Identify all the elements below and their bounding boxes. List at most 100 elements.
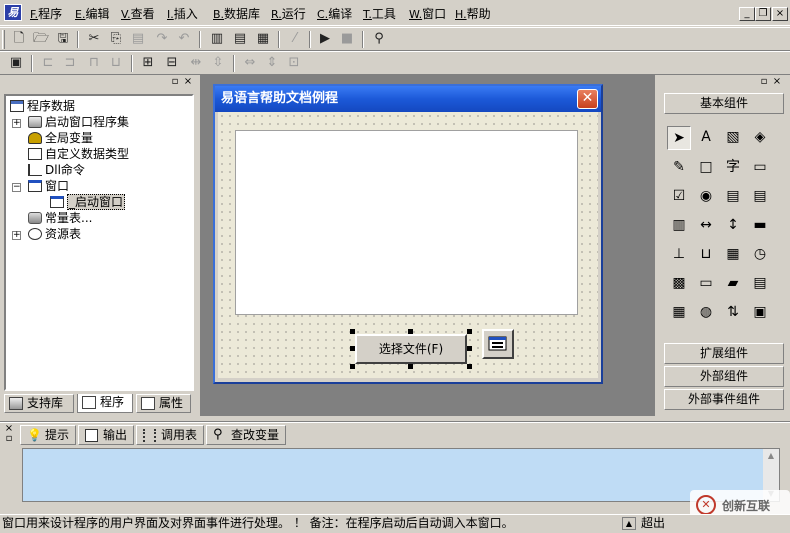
label-icon[interactable]: A (694, 126, 718, 150)
hyperlink-icon[interactable]: ◍ (694, 301, 718, 325)
slider-icon[interactable]: ⊥ (667, 243, 691, 267)
collapse-icon[interactable]: − (12, 183, 21, 192)
space-horizontal-icon[interactable]: ⇹ (186, 54, 206, 73)
menu-run[interactable]: R.运行 (271, 5, 306, 22)
redo-icon[interactable]: ↷ (152, 30, 172, 49)
edit-disabled-icon[interactable]: ⁄ (285, 30, 305, 49)
tab-program[interactable]: 程序 (77, 394, 133, 413)
resize-handle[interactable] (467, 346, 472, 351)
tab-hints[interactable]: 💡 提示 (20, 425, 76, 445)
file-dialog-control[interactable] (482, 329, 514, 359)
tree-node-resources[interactable]: 资源表 (28, 226, 81, 242)
menu-help[interactable]: H.帮助 (455, 5, 491, 22)
space-vertical-icon[interactable]: ⇳ (208, 54, 228, 73)
calendar-icon[interactable]: ▩ (667, 272, 691, 296)
same-height-icon[interactable]: ⇕ (262, 54, 282, 73)
layout-split-icon[interactable]: ▦ (253, 30, 273, 49)
progress-icon[interactable]: ▬ (748, 214, 772, 238)
expand-icon[interactable]: + (12, 119, 21, 128)
open-folder-icon[interactable]: 🗁 (31, 30, 51, 49)
resize-handle[interactable] (467, 364, 472, 369)
grid-icon[interactable]: ▦ (721, 243, 745, 267)
menu-compile[interactable]: C.编译 (317, 5, 352, 22)
debug-icon[interactable]: ⚲ (369, 30, 389, 49)
same-size-icon[interactable]: ⊡ (284, 54, 304, 73)
checklist-icon[interactable]: ▥ (667, 214, 691, 238)
extended-components-button[interactable]: 扩展组件 (664, 343, 784, 364)
layout-top-icon[interactable]: ▤ (230, 30, 250, 49)
float-icon[interactable]: ▫ (3, 434, 15, 444)
menu-insert[interactable]: I.插入 (167, 5, 198, 22)
select-file-button[interactable]: 选择文件(F) (355, 334, 467, 364)
external-components-button[interactable]: 外部组件 (664, 366, 784, 387)
resize-handle[interactable] (467, 329, 472, 334)
tree-node-dll[interactable]: Dll命令 (28, 162, 85, 178)
cut-icon[interactable]: ✂ (84, 30, 104, 49)
resize-handle[interactable] (408, 329, 413, 334)
design-form[interactable]: 易语言帮助文档例程 ✕ 选择文件(F) (213, 84, 603, 384)
scroll-up-icon[interactable]: ▲ (763, 449, 779, 463)
toolbar-grip[interactable] (2, 30, 5, 49)
resize-handle[interactable] (350, 346, 355, 351)
menu-database[interactable]: B.数据库 (213, 5, 260, 22)
resize-handle[interactable] (350, 329, 355, 334)
app-icon[interactable]: 易 (4, 4, 22, 21)
timer-icon[interactable]: ◷ (748, 243, 772, 267)
tree-node-constants[interactable]: 常量表... (28, 210, 92, 226)
output-area[interactable]: ▲ ▼ (22, 448, 780, 502)
align-left-icon[interactable]: ⊏ (38, 54, 58, 73)
edit-box-icon[interactable]: ✎ (667, 156, 691, 180)
same-width-icon[interactable]: ⇔ (240, 54, 260, 73)
float-icon[interactable]: ▫ (170, 77, 180, 87)
tab-call-table[interactable]: 调用表 (136, 425, 204, 445)
minimize-icon[interactable]: _ (739, 7, 755, 21)
checkbox-icon[interactable]: ☑ (667, 185, 691, 209)
tab-properties[interactable]: 属性 (136, 394, 191, 413)
tab-library[interactable]: 支持库 (4, 394, 74, 413)
run-icon[interactable]: ▶ (315, 30, 335, 49)
center-horizontal-icon[interactable]: ⊞ (138, 54, 158, 73)
vscroll-icon[interactable]: ↕ (721, 214, 745, 238)
tab-output[interactable]: 输出 (78, 425, 134, 445)
paste-icon[interactable]: ▤ (128, 30, 148, 49)
align-bottom-icon[interactable]: ⊔ (106, 54, 126, 73)
tab-control-icon[interactable]: ⊔ (694, 243, 718, 267)
undo-icon[interactable]: ↶ (174, 30, 194, 49)
form-client-area[interactable]: 选择文件(F) (218, 112, 598, 378)
align-top-icon[interactable]: ⊓ (84, 54, 104, 73)
file-box-icon[interactable]: ▤ (748, 272, 772, 296)
form-title-bar[interactable]: 易语言帮助文档例程 (215, 86, 601, 112)
radio-icon[interactable]: ◉ (694, 185, 718, 209)
panel-control[interactable] (235, 130, 578, 315)
align-right-icon[interactable]: ⊐ (60, 54, 80, 73)
close-icon[interactable]: × (772, 7, 788, 21)
tree-node-custom-types[interactable]: 自定义数据类型 (28, 146, 129, 162)
close-icon[interactable]: × (772, 77, 782, 87)
tree-node-program-data[interactable]: 程序数据 (10, 98, 75, 114)
tree-node-global-vars[interactable]: 全局变量 (28, 130, 93, 146)
file-dialog-icon[interactable]: ▣ (748, 301, 772, 325)
menu-program[interactable]: F.程序 (30, 5, 62, 22)
text-icon[interactable]: 字 (721, 156, 745, 180)
button-icon[interactable]: ▭ (748, 156, 772, 180)
stop-icon[interactable]: ■ (337, 30, 357, 49)
close-icon[interactable]: × (183, 77, 193, 87)
color-picker-icon[interactable]: ▦ (667, 301, 691, 325)
tree-node-window[interactable]: 窗口 (28, 178, 69, 194)
tree-node-start-window[interactable]: _启动窗口 (50, 194, 126, 210)
group-box-icon[interactable]: □ (694, 156, 718, 180)
basic-components-button[interactable]: 基本组件 (664, 93, 784, 114)
menu-edit[interactable]: E.编辑 (75, 5, 109, 22)
tab-inspect-vars[interactable]: ⚲ 查改变量 (206, 425, 286, 445)
close-icon[interactable]: ✕ (577, 89, 598, 109)
tree-node-assembly[interactable]: 启动窗口程序集 (28, 114, 129, 130)
combo-box-icon[interactable]: ▤ (721, 185, 745, 209)
save-icon[interactable]: 🖫 (53, 30, 73, 49)
picture-icon[interactable]: ▧ (721, 126, 745, 150)
shape-icon[interactable]: ◈ (748, 126, 772, 150)
layout-left-icon[interactable]: ▥ (207, 30, 227, 49)
float-icon[interactable]: ▫ (759, 77, 769, 87)
resize-handle[interactable] (408, 364, 413, 369)
copy-icon[interactable]: ⎘ (106, 30, 126, 49)
center-vertical-icon[interactable]: ⊟ (162, 54, 182, 73)
